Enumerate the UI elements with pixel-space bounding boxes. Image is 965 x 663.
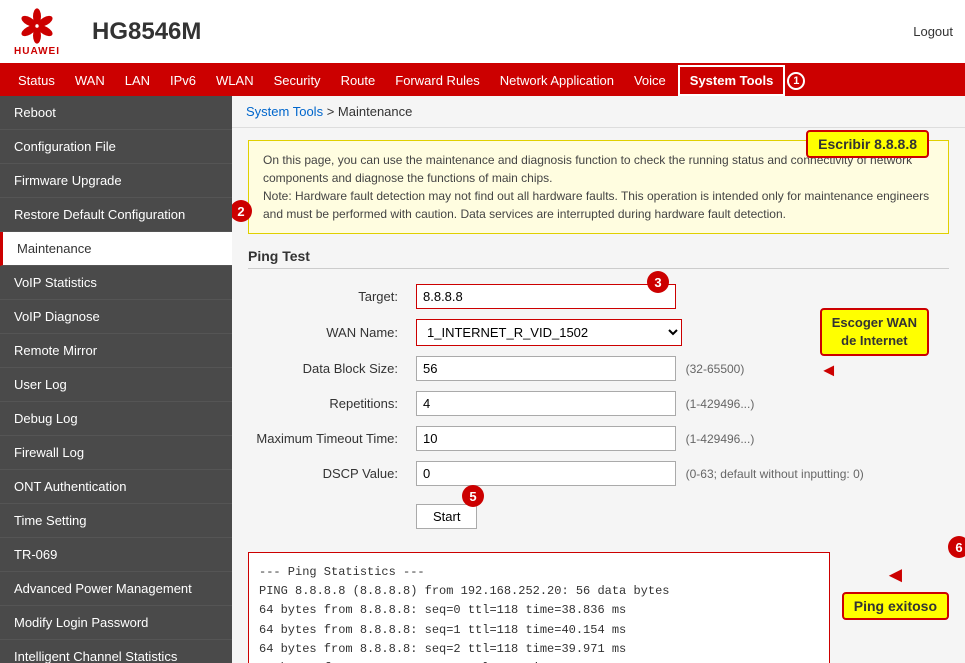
sidebar-item-debug-log[interactable]: Debug Log (0, 402, 232, 436)
sidebar-item-tr069[interactable]: TR-069 (0, 538, 232, 572)
sidebar-item-voip-stats[interactable]: VoIP Statistics (0, 266, 232, 300)
dscp-input[interactable] (416, 461, 676, 486)
huawei-logo (12, 6, 62, 46)
ping-output-textarea[interactable] (248, 552, 830, 663)
sidebar-item-firmware[interactable]: Firmware Upgrade (0, 164, 232, 198)
max-timeout-input[interactable] (416, 426, 676, 451)
wan-name-select[interactable]: 1_INTERNET_R_VID_1502 2_TR069_R_VID_1503 (416, 319, 682, 346)
step3-bubble: Escribir 8.8.8.8 (806, 130, 929, 158)
annotation-step6: ◄ Ping exitoso (842, 562, 949, 620)
nav-voice[interactable]: Voice (624, 65, 676, 96)
nav-forward-rules[interactable]: Forward Rules (385, 65, 490, 96)
repetitions-input[interactable] (416, 391, 676, 416)
step4-arrow: ◄ (820, 360, 929, 381)
logout-button[interactable]: Logout (913, 24, 953, 39)
step5-circle: 5 (462, 485, 484, 507)
data-block-input[interactable] (416, 356, 676, 381)
sidebar-item-remote-mirror[interactable]: Remote Mirror (0, 334, 232, 368)
page-layout: Reboot Configuration File Firmware Upgra… (0, 96, 965, 663)
max-timeout-hint: (1-429496...) (686, 432, 755, 446)
annotation-area: On this page, you can use the maintenanc… (248, 140, 949, 234)
dscp-hint: (0-63; default without inputting: 0) (686, 467, 864, 481)
sidebar-item-reboot[interactable]: Reboot (0, 96, 232, 130)
sidebar-item-maintenance[interactable]: Maintenance (0, 232, 232, 266)
nav-wlan[interactable]: WLAN (206, 65, 264, 96)
nav-lan[interactable]: LAN (115, 65, 160, 96)
brand-name: HUAWEI (14, 46, 60, 57)
annotation-step3: Escribir 8.8.8.8 (806, 130, 929, 158)
ping-output-area: ◄ Ping exitoso (248, 542, 949, 663)
ping-test-section: Ping Test Escoger WANde Internet ◄ Targe… (248, 248, 949, 663)
target-input[interactable] (416, 284, 676, 309)
sidebar-item-config-file[interactable]: Configuration File (0, 130, 232, 164)
sidebar-item-firewall-log[interactable]: Firewall Log (0, 436, 232, 470)
max-timeout-row: Maximum Timeout Time: (1-429496...) (248, 421, 949, 456)
nav-security[interactable]: Security (264, 65, 331, 96)
header: HUAWEI HG8546M Logout (0, 0, 965, 65)
data-block-label: Data Block Size: (248, 351, 408, 386)
repetitions-row: Repetitions: (1-429496...) (248, 386, 949, 421)
sidebar-item-ont-auth[interactable]: ONT Authentication (0, 470, 232, 504)
info-text-2: Note: Hardware fault detection may not f… (263, 189, 929, 221)
breadcrumb-separator: > (327, 104, 338, 119)
nav-ipv6[interactable]: IPv6 (160, 65, 206, 96)
annotation-step4: Escoger WANde Internet ◄ (820, 308, 929, 381)
nav-system-tools[interactable]: System Tools (678, 65, 786, 96)
repetitions-label: Repetitions: (248, 386, 408, 421)
nav-route[interactable]: Route (331, 65, 386, 96)
sidebar-item-modify-login[interactable]: Modify Login Password (0, 606, 232, 640)
nav-badge: 1 (787, 72, 805, 90)
repetitions-hint: (1-429496...) (686, 397, 755, 411)
sidebar-item-time-setting[interactable]: Time Setting (0, 504, 232, 538)
step4-text: Escoger WANde Internet (832, 315, 917, 348)
ping-test-title: Ping Test (248, 248, 949, 269)
step6-bubble: Ping exitoso (842, 592, 949, 620)
navbar: Status WAN LAN IPv6 WLAN Security Route … (0, 65, 965, 96)
content-area: On this page, you can use the maintenanc… (232, 128, 965, 663)
nav-network-application[interactable]: Network Application (490, 65, 624, 96)
nav-status[interactable]: Status (8, 65, 65, 96)
sidebar-item-power-mgmt[interactable]: Advanced Power Management (0, 572, 232, 606)
sidebar: Reboot Configuration File Firmware Upgra… (0, 96, 232, 663)
breadcrumb-current: Maintenance (338, 104, 412, 119)
sidebar-item-restore-default[interactable]: Restore Default Configuration (0, 198, 232, 232)
step3-circle: 3 (647, 271, 669, 293)
data-block-hint: (32-65500) (686, 362, 745, 376)
step6-arrow-icon: ◄ (884, 562, 906, 588)
logo-area: HUAWEI (12, 6, 62, 57)
step6-circle: 6 (948, 536, 965, 558)
sidebar-item-voip-diagnose[interactable]: VoIP Diagnose (0, 300, 232, 334)
nav-wan[interactable]: WAN (65, 65, 115, 96)
sidebar-item-channel-stats[interactable]: Intelligent Channel Statistics (0, 640, 232, 663)
start-button[interactable]: Start (416, 504, 477, 529)
product-name: HG8546M (82, 18, 913, 46)
target-label: Target: (248, 279, 408, 314)
max-timeout-label: Maximum Timeout Time: (248, 421, 408, 456)
sidebar-item-user-log[interactable]: User Log (0, 368, 232, 402)
dscp-row: DSCP Value: (0-63; default without input… (248, 456, 949, 491)
breadcrumb-parent[interactable]: System Tools (246, 104, 323, 119)
wan-name-label: WAN Name: (248, 314, 408, 351)
dscp-label: DSCP Value: (248, 456, 408, 491)
breadcrumb: System Tools > Maintenance (232, 96, 965, 128)
main-content: System Tools > Maintenance On this page,… (232, 96, 965, 663)
step4-bubble: Escoger WANde Internet (820, 308, 929, 356)
start-row: Start 5 (248, 491, 949, 534)
